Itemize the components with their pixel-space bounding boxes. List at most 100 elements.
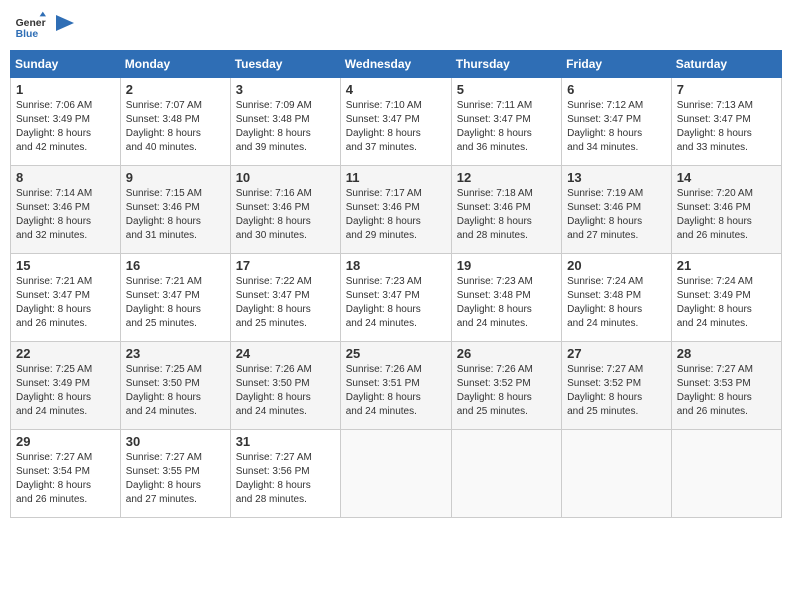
day-cell: 25 Sunrise: 7:26 AMSunset: 3:51 PMDaylig… [340, 342, 451, 430]
day-number: 25 [346, 346, 446, 361]
day-cell: 19 Sunrise: 7:23 AMSunset: 3:48 PMDaylig… [451, 254, 561, 342]
week-row-4: 22 Sunrise: 7:25 AMSunset: 3:49 PMDaylig… [11, 342, 782, 430]
day-info: Sunrise: 7:10 AMSunset: 3:47 PMDaylight:… [346, 100, 422, 153]
day-cell: 3 Sunrise: 7:09 AMSunset: 3:48 PMDayligh… [230, 78, 340, 166]
day-number: 6 [567, 82, 666, 97]
day-cell: 22 Sunrise: 7:25 AMSunset: 3:49 PMDaylig… [11, 342, 121, 430]
calendar-table: SundayMondayTuesdayWednesdayThursdayFrid… [10, 50, 782, 518]
day-info: Sunrise: 7:14 AMSunset: 3:46 PMDaylight:… [16, 188, 92, 241]
day-number: 22 [16, 346, 115, 361]
day-cell: 16 Sunrise: 7:21 AMSunset: 3:47 PMDaylig… [120, 254, 230, 342]
day-info: Sunrise: 7:21 AMSunset: 3:47 PMDaylight:… [16, 276, 92, 329]
day-info: Sunrise: 7:27 AMSunset: 3:54 PMDaylight:… [16, 452, 92, 505]
day-number: 29 [16, 434, 115, 449]
day-number: 1 [16, 82, 115, 97]
day-info: Sunrise: 7:23 AMSunset: 3:47 PMDaylight:… [346, 276, 422, 329]
day-cell: 12 Sunrise: 7:18 AMSunset: 3:46 PMDaylig… [451, 166, 561, 254]
day-number: 10 [236, 170, 335, 185]
day-number: 21 [677, 258, 776, 273]
day-number: 19 [457, 258, 556, 273]
day-number: 15 [16, 258, 115, 273]
day-cell: 9 Sunrise: 7:15 AMSunset: 3:46 PMDayligh… [120, 166, 230, 254]
day-cell: 29 Sunrise: 7:27 AMSunset: 3:54 PMDaylig… [11, 430, 121, 518]
week-row-5: 29 Sunrise: 7:27 AMSunset: 3:54 PMDaylig… [11, 430, 782, 518]
day-info: Sunrise: 7:26 AMSunset: 3:50 PMDaylight:… [236, 364, 312, 417]
day-info: Sunrise: 7:27 AMSunset: 3:56 PMDaylight:… [236, 452, 312, 505]
day-number: 17 [236, 258, 335, 273]
day-cell: 10 Sunrise: 7:16 AMSunset: 3:46 PMDaylig… [230, 166, 340, 254]
week-row-3: 15 Sunrise: 7:21 AMSunset: 3:47 PMDaylig… [11, 254, 782, 342]
day-cell: 15 Sunrise: 7:21 AMSunset: 3:47 PMDaylig… [11, 254, 121, 342]
day-info: Sunrise: 7:26 AMSunset: 3:51 PMDaylight:… [346, 364, 422, 417]
day-number: 30 [126, 434, 225, 449]
day-number: 24 [236, 346, 335, 361]
svg-text:General: General [16, 18, 46, 29]
logo-flag-icon [56, 15, 74, 37]
day-number: 14 [677, 170, 776, 185]
day-info: Sunrise: 7:16 AMSunset: 3:46 PMDaylight:… [236, 188, 312, 241]
day-info: Sunrise: 7:09 AMSunset: 3:48 PMDaylight:… [236, 100, 312, 153]
day-cell: 30 Sunrise: 7:27 AMSunset: 3:55 PMDaylig… [120, 430, 230, 518]
day-cell: 13 Sunrise: 7:19 AMSunset: 3:46 PMDaylig… [562, 166, 672, 254]
day-number: 26 [457, 346, 556, 361]
day-number: 4 [346, 82, 446, 97]
day-info: Sunrise: 7:27 AMSunset: 3:53 PMDaylight:… [677, 364, 753, 417]
day-info: Sunrise: 7:27 AMSunset: 3:52 PMDaylight:… [567, 364, 643, 417]
day-number: 12 [457, 170, 556, 185]
day-cell: 11 Sunrise: 7:17 AMSunset: 3:46 PMDaylig… [340, 166, 451, 254]
day-info: Sunrise: 7:27 AMSunset: 3:55 PMDaylight:… [126, 452, 202, 505]
day-info: Sunrise: 7:06 AMSunset: 3:49 PMDaylight:… [16, 100, 92, 153]
day-info: Sunrise: 7:25 AMSunset: 3:49 PMDaylight:… [16, 364, 92, 417]
day-number: 28 [677, 346, 776, 361]
day-cell: 8 Sunrise: 7:14 AMSunset: 3:46 PMDayligh… [11, 166, 121, 254]
day-number: 5 [457, 82, 556, 97]
day-info: Sunrise: 7:13 AMSunset: 3:47 PMDaylight:… [677, 100, 753, 153]
day-cell: 14 Sunrise: 7:20 AMSunset: 3:46 PMDaylig… [671, 166, 781, 254]
day-number: 8 [16, 170, 115, 185]
day-info: Sunrise: 7:23 AMSunset: 3:48 PMDaylight:… [457, 276, 533, 329]
day-cell: 31 Sunrise: 7:27 AMSunset: 3:56 PMDaylig… [230, 430, 340, 518]
week-row-2: 8 Sunrise: 7:14 AMSunset: 3:46 PMDayligh… [11, 166, 782, 254]
day-number: 7 [677, 82, 776, 97]
day-cell: 17 Sunrise: 7:22 AMSunset: 3:47 PMDaylig… [230, 254, 340, 342]
day-number: 3 [236, 82, 335, 97]
day-number: 23 [126, 346, 225, 361]
day-cell [340, 430, 451, 518]
weekday-friday: Friday [562, 51, 672, 78]
logo: General Blue [14, 10, 74, 42]
weekday-wednesday: Wednesday [340, 51, 451, 78]
day-cell: 20 Sunrise: 7:24 AMSunset: 3:48 PMDaylig… [562, 254, 672, 342]
day-info: Sunrise: 7:18 AMSunset: 3:46 PMDaylight:… [457, 188, 533, 241]
day-info: Sunrise: 7:15 AMSunset: 3:46 PMDaylight:… [126, 188, 202, 241]
weekday-sunday: Sunday [11, 51, 121, 78]
day-info: Sunrise: 7:26 AMSunset: 3:52 PMDaylight:… [457, 364, 533, 417]
day-cell [562, 430, 672, 518]
logo-icon: General Blue [14, 10, 46, 42]
weekday-tuesday: Tuesday [230, 51, 340, 78]
day-cell: 28 Sunrise: 7:27 AMSunset: 3:53 PMDaylig… [671, 342, 781, 430]
day-cell: 4 Sunrise: 7:10 AMSunset: 3:47 PMDayligh… [340, 78, 451, 166]
day-info: Sunrise: 7:21 AMSunset: 3:47 PMDaylight:… [126, 276, 202, 329]
day-info: Sunrise: 7:24 AMSunset: 3:49 PMDaylight:… [677, 276, 753, 329]
day-cell: 5 Sunrise: 7:11 AMSunset: 3:47 PMDayligh… [451, 78, 561, 166]
day-cell: 1 Sunrise: 7:06 AMSunset: 3:49 PMDayligh… [11, 78, 121, 166]
day-info: Sunrise: 7:25 AMSunset: 3:50 PMDaylight:… [126, 364, 202, 417]
day-number: 20 [567, 258, 666, 273]
calendar-body: 1 Sunrise: 7:06 AMSunset: 3:49 PMDayligh… [11, 78, 782, 518]
day-cell: 27 Sunrise: 7:27 AMSunset: 3:52 PMDaylig… [562, 342, 672, 430]
day-info: Sunrise: 7:07 AMSunset: 3:48 PMDaylight:… [126, 100, 202, 153]
day-info: Sunrise: 7:24 AMSunset: 3:48 PMDaylight:… [567, 276, 643, 329]
day-info: Sunrise: 7:19 AMSunset: 3:46 PMDaylight:… [567, 188, 643, 241]
week-row-1: 1 Sunrise: 7:06 AMSunset: 3:49 PMDayligh… [11, 78, 782, 166]
day-info: Sunrise: 7:12 AMSunset: 3:47 PMDaylight:… [567, 100, 643, 153]
day-info: Sunrise: 7:22 AMSunset: 3:47 PMDaylight:… [236, 276, 312, 329]
day-number: 31 [236, 434, 335, 449]
day-cell [671, 430, 781, 518]
weekday-header-row: SundayMondayTuesdayWednesdayThursdayFrid… [11, 51, 782, 78]
day-number: 13 [567, 170, 666, 185]
day-number: 11 [346, 170, 446, 185]
day-cell [451, 430, 561, 518]
day-number: 2 [126, 82, 225, 97]
day-cell: 23 Sunrise: 7:25 AMSunset: 3:50 PMDaylig… [120, 342, 230, 430]
day-number: 16 [126, 258, 225, 273]
